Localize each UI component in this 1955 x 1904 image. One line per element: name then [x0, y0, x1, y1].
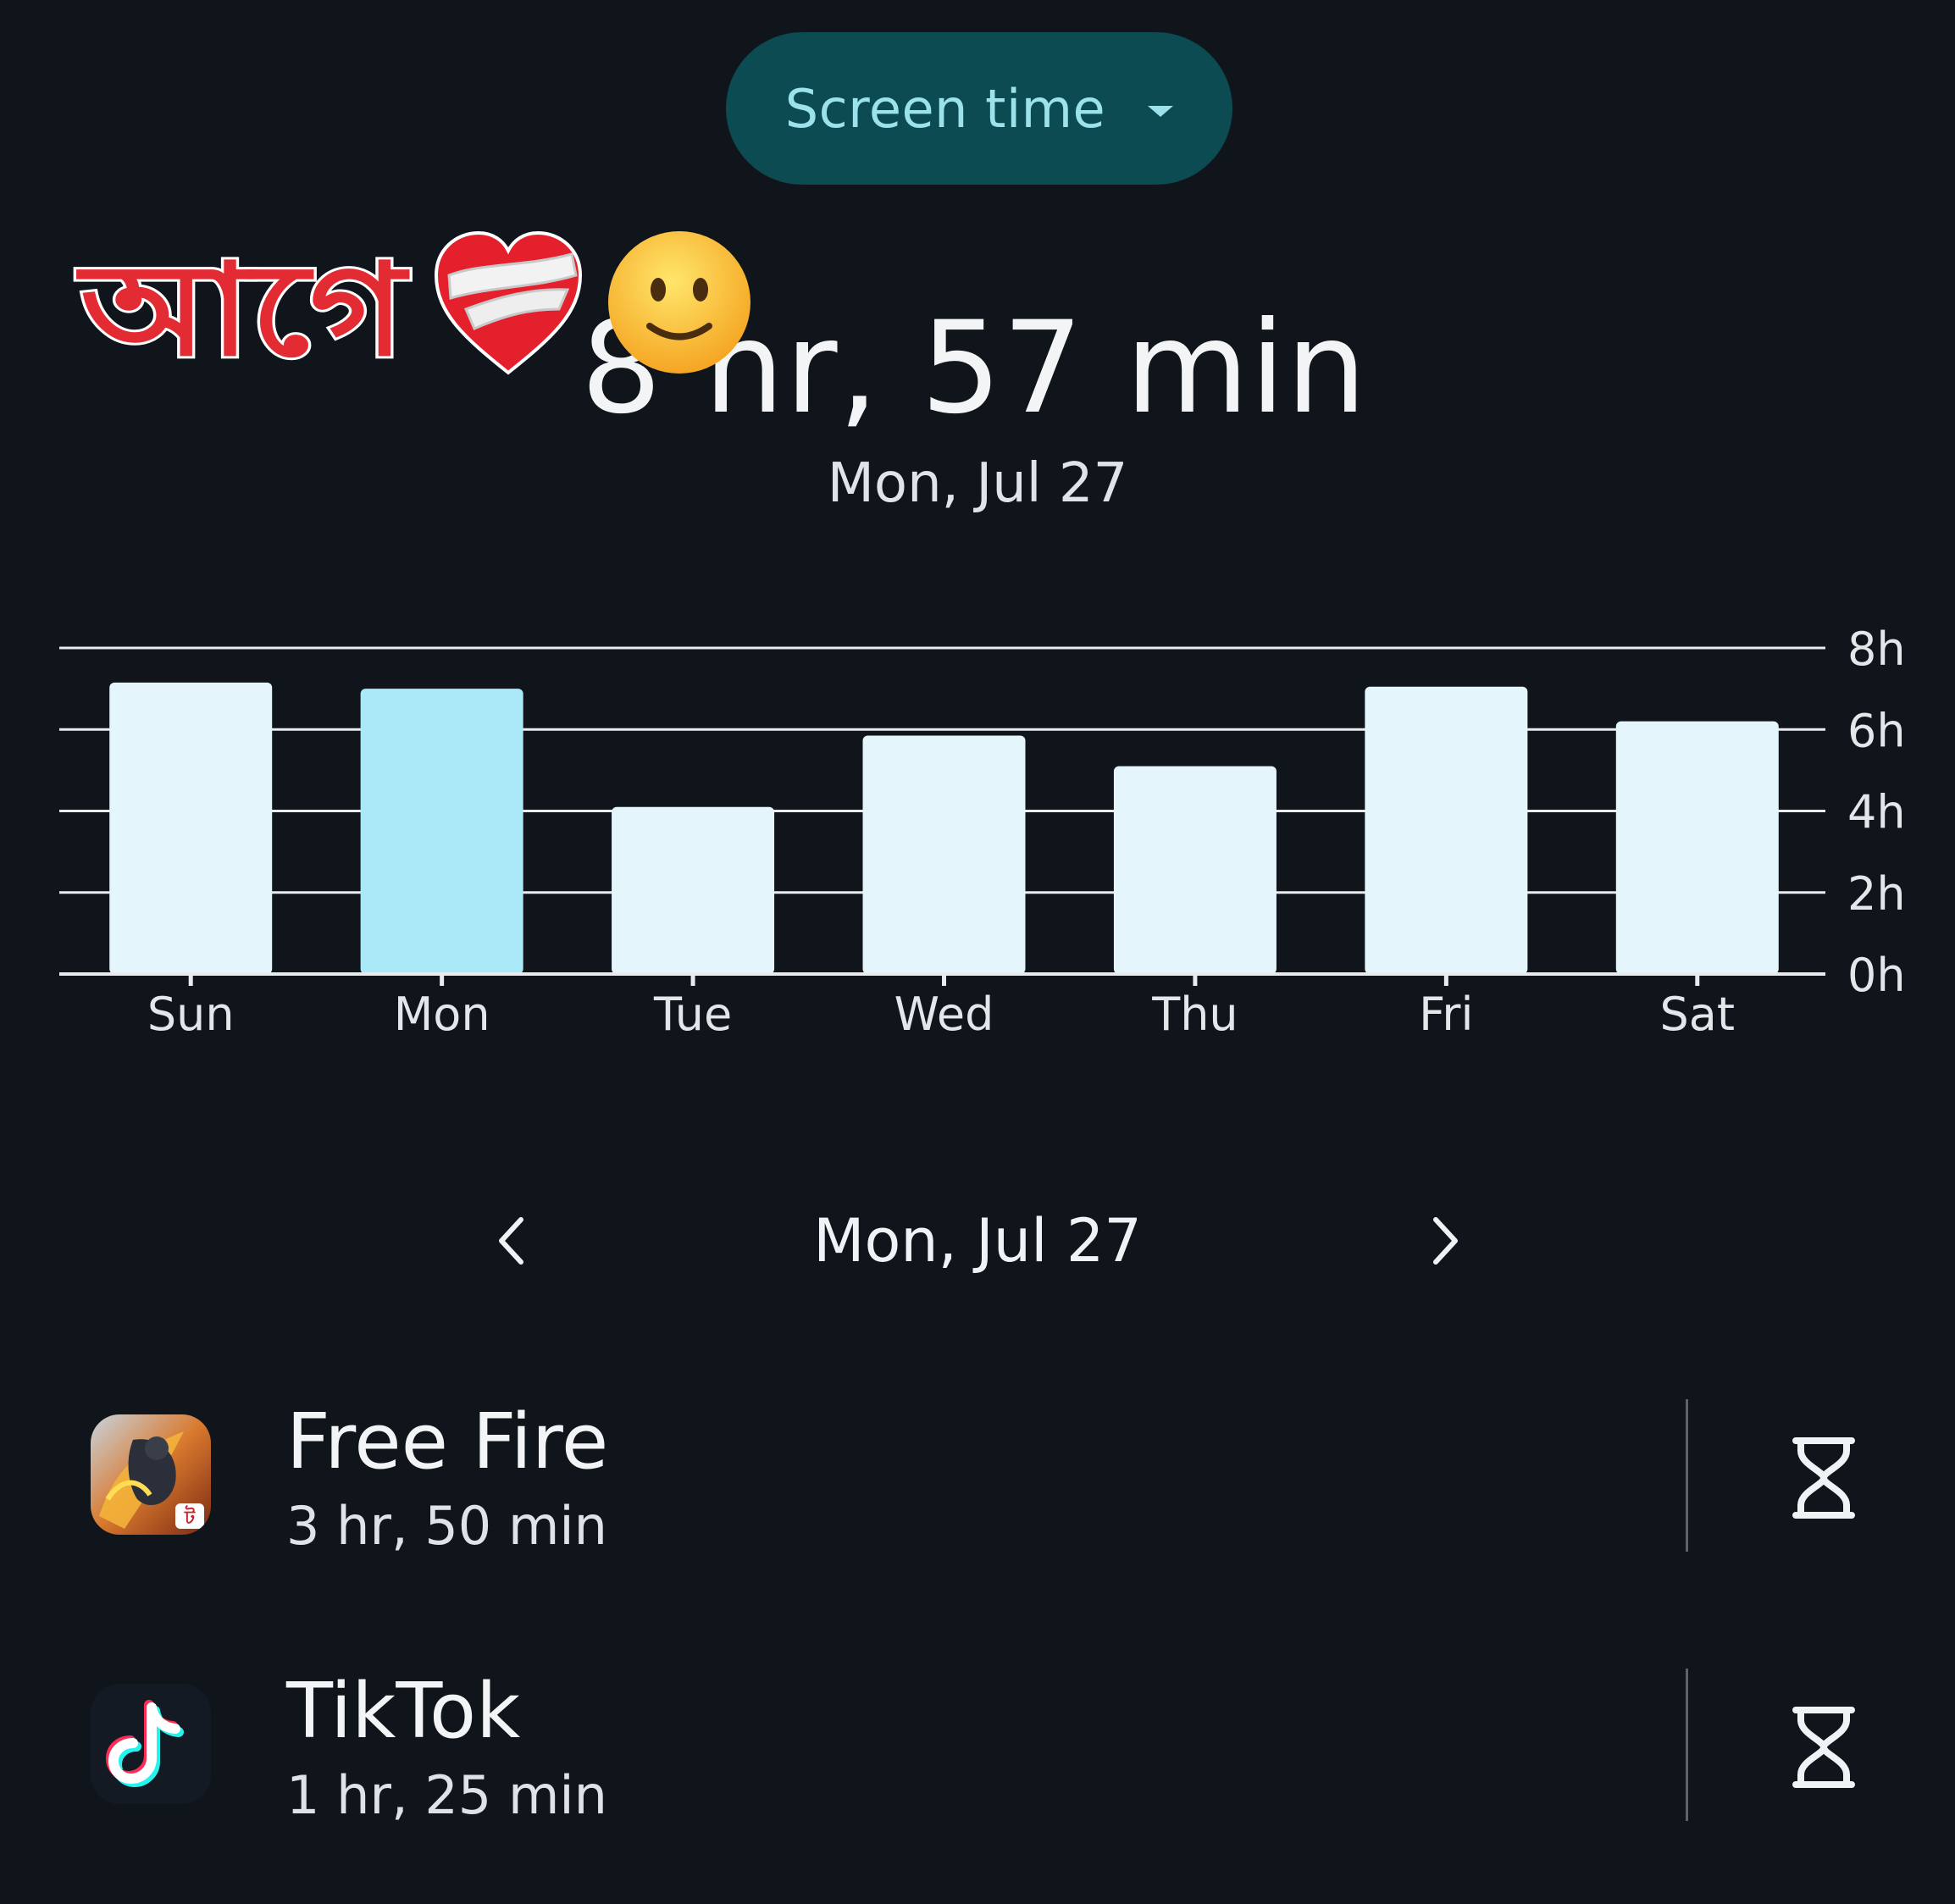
y-tick-label: 0h: [1847, 949, 1906, 1002]
svg-text:ট: ট: [184, 1505, 196, 1529]
bar-wed[interactable]: [862, 735, 1026, 974]
x-tick-label: Thu: [1151, 988, 1238, 1041]
dropdown-caret-icon: [1148, 105, 1174, 117]
weekly-bar-chart: 0h 2h 4h 6h 8h Sun Mon Tue Wed Thu Fri Sat: [59, 623, 1906, 1041]
x-tick-label: Tue: [653, 988, 732, 1041]
bar-sun[interactable]: [109, 682, 273, 974]
app-usage-time: 3 hr, 50 min: [286, 1495, 607, 1557]
sticker-text: আগে: [78, 235, 408, 387]
slightly-smiling-face-icon: [608, 231, 750, 374]
y-tick-label: 8h: [1847, 623, 1906, 676]
bar-fri[interactable]: [1365, 686, 1528, 974]
x-tick-label: Mon: [394, 988, 490, 1041]
app-row-free-fire[interactable]: ট Free Fire 3 hr, 50 min: [0, 1381, 1955, 1575]
summary-date: Mon, Jul 27: [827, 452, 1128, 515]
bar-mon[interactable]: [360, 689, 523, 974]
tiktok-icon: [91, 1684, 211, 1804]
bandaged-heart-icon: [434, 230, 583, 375]
app-name: TikTok: [286, 1667, 521, 1756]
y-tick-label: 2h: [1847, 867, 1906, 921]
selected-date-label: Mon, Jul 27: [813, 1206, 1142, 1276]
y-tick-label: 6h: [1847, 704, 1906, 757]
row-divider: [1686, 1399, 1688, 1552]
row-divider: [1686, 1669, 1688, 1821]
app-timer-hourglass-icon[interactable]: [1787, 1436, 1860, 1520]
screen-time-dropdown[interactable]: Screen time: [726, 32, 1232, 185]
bar-tue[interactable]: [612, 806, 775, 974]
x-tick-label: Sat: [1660, 988, 1736, 1041]
app-timer-hourglass-icon[interactable]: [1787, 1705, 1860, 1790]
x-tick-label: Wed: [894, 988, 994, 1041]
bar-sat[interactable]: [1615, 721, 1779, 974]
app-row-tiktok[interactable]: TikTok 1 hr, 25 min: [0, 1650, 1955, 1845]
app-usage-time: 1 hr, 25 min: [286, 1764, 607, 1826]
x-tick-label: Fri: [1419, 988, 1473, 1041]
next-day-button[interactable]: [1406, 1203, 1482, 1279]
app-name: Free Fire: [286, 1398, 609, 1486]
dropdown-label: Screen time: [784, 77, 1106, 140]
free-fire-icon: ট: [91, 1414, 211, 1535]
x-tick-label: Sun: [147, 988, 235, 1041]
bar-thu[interactable]: [1113, 766, 1277, 974]
y-tick-label: 4h: [1847, 786, 1906, 839]
